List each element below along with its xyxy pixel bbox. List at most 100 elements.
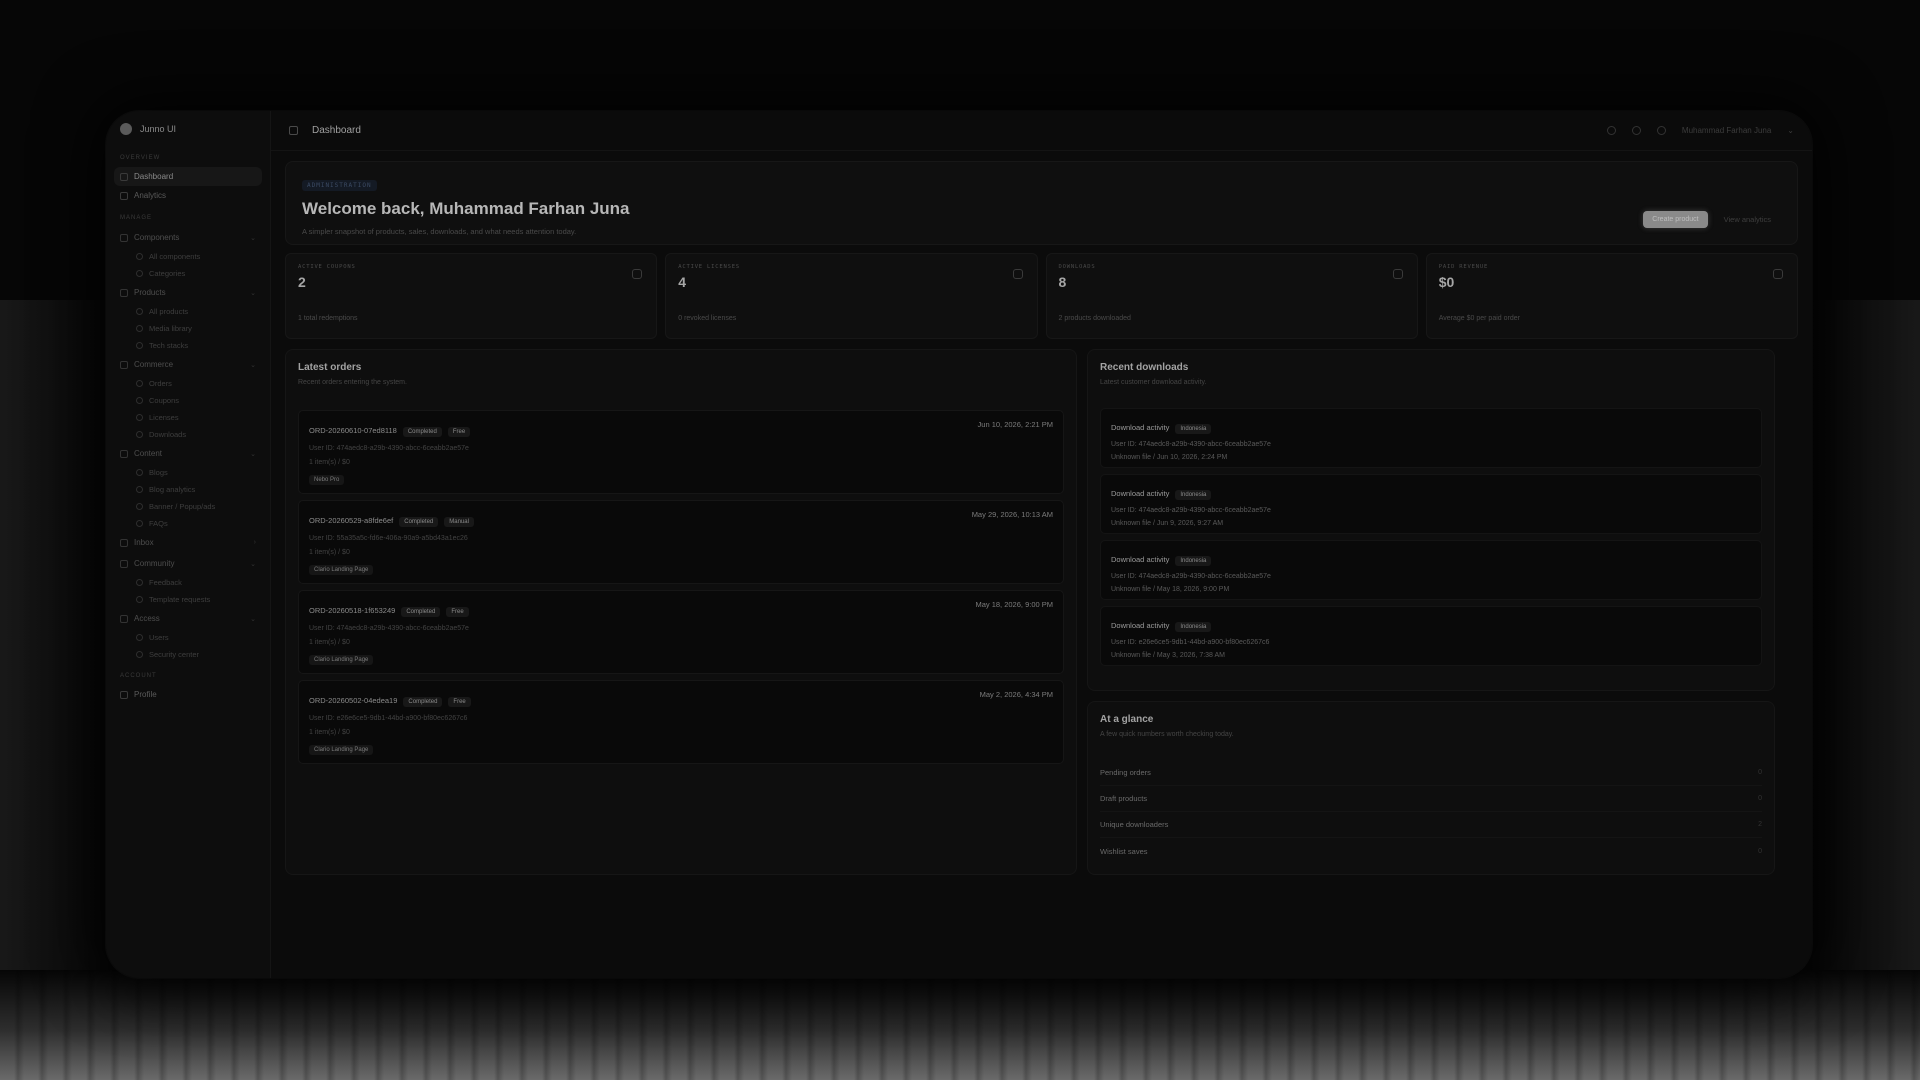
sidebar-item-security-center[interactable]: Security center bbox=[114, 646, 262, 663]
download-item[interactable]: Download activity Indonesia User ID: 474a… bbox=[1100, 540, 1762, 600]
stat-card-coupons: Active coupons 2 1 total redemptions bbox=[285, 253, 658, 339]
order-row[interactable]: ORD-20260518-1f653249 Completed Free May 1… bbox=[298, 590, 1064, 674]
sidebar-item-dashboard[interactable]: Dashboard bbox=[114, 167, 262, 186]
order-id: ORD-20260502-04edea19 bbox=[309, 696, 398, 705]
circle-icon bbox=[136, 308, 143, 315]
order-user: User ID: e26e6ce5-9db1-44bd-a900-bf80ec6… bbox=[309, 715, 468, 722]
welcome-title: Welcome back, Muhammad Farhan Juna bbox=[302, 199, 630, 218]
sidebar-group-products[interactable]: Products ⌄ bbox=[114, 282, 262, 303]
user-icon bbox=[136, 634, 143, 641]
sidebar-item-tech-stacks[interactable]: Tech stacks bbox=[114, 337, 262, 354]
chevron-right-icon: › bbox=[253, 539, 256, 546]
sidebar-item-analytics[interactable]: Analytics bbox=[114, 186, 262, 205]
sidebar-group-access[interactable]: Access ⌄ bbox=[114, 608, 262, 629]
brand[interactable]: Junno UI bbox=[114, 121, 262, 145]
order-row[interactable]: ORD-20260502-04edea19 Completed Free May 2… bbox=[298, 680, 1064, 764]
sidebar-item-blogs[interactable]: Blogs bbox=[114, 464, 262, 481]
sidebar-item-all-products[interactable]: All products bbox=[114, 303, 262, 320]
status-badge: Completed bbox=[399, 517, 439, 527]
glance-label: Pending orders bbox=[1100, 768, 1151, 777]
panel-description: A few quick numbers worth checking today… bbox=[1100, 731, 1234, 738]
download-user: User ID: 474aedc8-a29b-4390-abcc-6ceabb2… bbox=[1111, 507, 1271, 514]
download-file: Unknown file / Jun 10, 2026, 2:24 PM bbox=[1111, 454, 1228, 461]
sidebar-item-label: Template requests bbox=[149, 595, 211, 604]
avatar[interactable] bbox=[1656, 126, 1666, 135]
download-title: Download activity bbox=[1111, 555, 1170, 564]
download-user: User ID: e26e6ce5-9db1-44bd-a900-bf80ec6… bbox=[1111, 639, 1270, 646]
sidebar-group-label: Products bbox=[134, 288, 166, 297]
user-icon bbox=[120, 690, 128, 699]
type-badge: Free bbox=[447, 427, 471, 437]
sidebar-item-users[interactable]: Users bbox=[114, 629, 262, 646]
grid-icon bbox=[120, 172, 128, 181]
create-product-button[interactable]: Create product bbox=[1643, 211, 1708, 228]
sidebar-item-label: Security center bbox=[149, 650, 200, 659]
sidebar-item-orders[interactable]: Orders bbox=[114, 375, 262, 392]
sidebar-group-community[interactable]: Community ⌄ bbox=[114, 553, 262, 574]
order-row[interactable]: ORD-20260529-a8fde6ef Completed Manual May… bbox=[298, 500, 1064, 584]
download-user: User ID: 474aedc8-a29b-4390-abcc-6ceabb2… bbox=[1111, 573, 1271, 580]
sidebar-item-faqs[interactable]: FAQs bbox=[114, 515, 262, 532]
order-summary: 1 item(s) / $0 bbox=[309, 639, 350, 646]
country-badge: Indonesia bbox=[1175, 490, 1212, 500]
sidebar-item-template-requests[interactable]: Template requests bbox=[114, 591, 262, 608]
sidebar-group-commerce[interactable]: Commerce ⌄ bbox=[114, 354, 262, 375]
sidebar-item-blog-analytics[interactable]: Blog analytics bbox=[114, 481, 262, 498]
download-item[interactable]: Download activity Indonesia User ID: 474a… bbox=[1100, 408, 1762, 468]
download-item[interactable]: Download activity Indonesia User ID: 474a… bbox=[1100, 474, 1762, 534]
users-icon bbox=[120, 559, 128, 568]
theme-toggle-icon[interactable] bbox=[1606, 126, 1616, 135]
sidebar-item-categories[interactable]: Categories bbox=[114, 265, 262, 282]
section-label-overview: Overview bbox=[120, 155, 161, 161]
panel-title: Latest orders bbox=[298, 362, 362, 373]
sidebar-item-licenses[interactable]: Licenses bbox=[114, 409, 262, 426]
sidebar-item-all-components[interactable]: All components bbox=[114, 248, 262, 265]
sidebar-group-inbox[interactable]: Inbox › bbox=[114, 532, 262, 553]
sidebar-item-label: All components bbox=[149, 252, 201, 261]
type-badge: Free bbox=[446, 607, 469, 617]
download-title: Download activity bbox=[1111, 423, 1170, 432]
sidebar-group-label: Access bbox=[134, 614, 160, 623]
stat-foot: 0 revoked licenses bbox=[678, 315, 737, 322]
chevron-down-icon[interactable]: ⌄ bbox=[1787, 126, 1794, 135]
glance-value: 0 bbox=[1758, 769, 1762, 776]
sidebar-item-downloads[interactable]: Downloads bbox=[114, 426, 262, 443]
stat-label: Active coupons bbox=[298, 264, 356, 270]
order-row[interactable]: ORD-20260610-07ed8118 Completed Free Jun 1… bbox=[298, 410, 1064, 494]
dollar-icon bbox=[1773, 269, 1783, 279]
latest-orders-panel: Latest orders Recent orders entering the… bbox=[285, 349, 1077, 875]
order-summary: 1 item(s) / $0 bbox=[309, 459, 350, 466]
user-name[interactable]: Muhammad Farhan Juna bbox=[1682, 126, 1771, 135]
sidebar-toggle-icon[interactable] bbox=[289, 126, 298, 135]
bell-icon[interactable] bbox=[1631, 126, 1641, 135]
sidebar-item-media-library[interactable]: Media library bbox=[114, 320, 262, 337]
download-item[interactable]: Download activity Indonesia User ID: e26e… bbox=[1100, 606, 1762, 666]
inbox-icon bbox=[120, 538, 128, 547]
sidebar-item-profile[interactable]: Profile bbox=[114, 685, 262, 704]
sidebar-item-label: Analytics bbox=[134, 191, 167, 200]
product-tag: Clario Landing Page bbox=[309, 655, 374, 665]
chevron-down-icon: ⌄ bbox=[250, 560, 256, 568]
main-content: Administration Welcome back, Muhammad Fa… bbox=[271, 151, 1812, 978]
panel-title: Recent downloads bbox=[1100, 362, 1189, 373]
sidebar-item-label: Categories bbox=[149, 269, 186, 278]
lower-panels: Latest orders Recent orders entering the… bbox=[285, 349, 1798, 875]
view-analytics-button[interactable]: View analytics bbox=[1720, 210, 1775, 229]
sidebar-item-feedback[interactable]: Feedback bbox=[114, 574, 262, 591]
message-icon bbox=[136, 579, 143, 586]
country-badge: Indonesia bbox=[1175, 556, 1212, 566]
download-file: Unknown file / May 3, 2026, 7:38 AM bbox=[1111, 652, 1226, 659]
sidebar-group-content[interactable]: Content ⌄ bbox=[114, 443, 262, 464]
glance-row: Unique downloaders 2 bbox=[1100, 812, 1762, 838]
sidebar: Junno UI Overview Dashboard Analytics Ma… bbox=[106, 111, 271, 978]
order-id: ORD-20260610-07ed8118 bbox=[309, 426, 397, 435]
sidebar-group-components[interactable]: Components ⌄ bbox=[114, 227, 262, 248]
chevron-down-icon: ⌄ bbox=[250, 450, 256, 458]
chevron-down-icon: ⌄ bbox=[250, 234, 256, 242]
sidebar-group-label: Inbox bbox=[134, 538, 154, 547]
right-backdrop-glow bbox=[1810, 300, 1920, 1080]
sidebar-item-coupons[interactable]: Coupons bbox=[114, 392, 262, 409]
sidebar-item-label: Licenses bbox=[149, 413, 179, 422]
sidebar-item-label: Banner / Popup/ads bbox=[149, 502, 216, 511]
sidebar-item-banner-popup[interactable]: Banner / Popup/ads bbox=[114, 498, 262, 515]
